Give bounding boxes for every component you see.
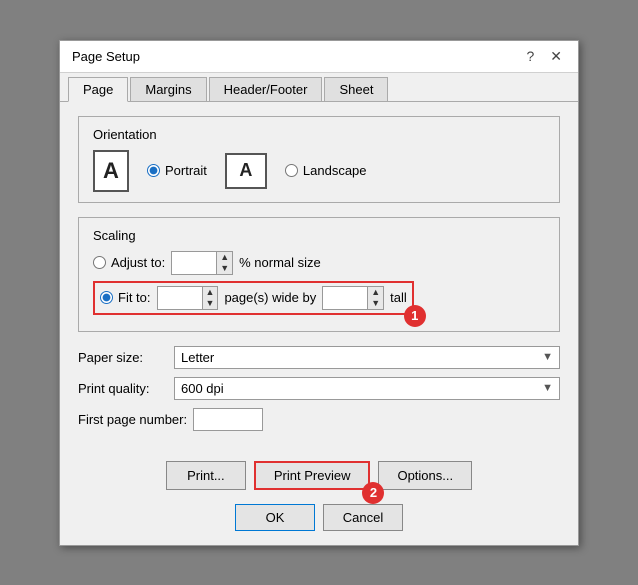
fit-wide-spinner-btns: ▲ ▼ bbox=[202, 287, 218, 309]
landscape-icon: A bbox=[225, 153, 267, 189]
first-page-input[interactable]: Auto bbox=[193, 408, 263, 431]
badge-1: 1 bbox=[404, 305, 426, 327]
print-button[interactable]: Print... bbox=[166, 461, 246, 490]
title-icons: ? ✕ bbox=[522, 49, 566, 63]
ok-cancel-row: OK Cancel bbox=[60, 504, 578, 545]
tab-bar: Page Margins Header/Footer Sheet bbox=[60, 73, 578, 102]
first-page-label: First page number: bbox=[78, 412, 187, 427]
adjust-row: Adjust to: 70 ▲ ▼ % normal size bbox=[93, 251, 545, 275]
fit-wide-suffix: page(s) wide by bbox=[224, 290, 316, 305]
landscape-label: Landscape bbox=[303, 163, 367, 178]
fit-tall-spinner[interactable]: 1 ▲ ▼ bbox=[322, 286, 384, 310]
portrait-icon: A bbox=[93, 150, 129, 192]
tab-margins[interactable]: Margins bbox=[130, 77, 206, 101]
fit-radio[interactable] bbox=[100, 291, 113, 304]
fit-option[interactable]: Fit to: bbox=[100, 290, 151, 305]
portrait-option[interactable]: Portrait bbox=[147, 163, 207, 178]
badge-2: 2 bbox=[362, 482, 384, 504]
adjust-suffix: % normal size bbox=[239, 255, 321, 270]
fit-tall-spin-down[interactable]: ▼ bbox=[368, 298, 383, 309]
fit-tall-spinner-btns: ▲ ▼ bbox=[367, 287, 383, 309]
ok-button[interactable]: OK bbox=[235, 504, 315, 531]
tab-page[interactable]: Page bbox=[68, 77, 128, 102]
adjust-value[interactable]: 70 bbox=[172, 252, 216, 274]
portrait-radio[interactable] bbox=[147, 164, 160, 177]
adjust-option[interactable]: Adjust to: bbox=[93, 255, 165, 270]
adjust-spin-up[interactable]: ▲ bbox=[217, 252, 232, 263]
scaling-title: Scaling bbox=[93, 228, 545, 243]
scaling-group: Scaling Adjust to: 70 ▲ ▼ % normal size bbox=[78, 217, 560, 332]
print-quality-arrow: ▼ bbox=[542, 382, 553, 394]
close-button[interactable]: ✕ bbox=[546, 49, 566, 63]
adjust-label: Adjust to: bbox=[111, 255, 165, 270]
landscape-option[interactable]: Landscape bbox=[285, 163, 367, 178]
fit-tall-value[interactable]: 1 bbox=[323, 287, 367, 309]
print-quality-dropdown[interactable]: 600 dpi ▼ bbox=[174, 377, 560, 400]
help-button[interactable]: ? bbox=[522, 49, 538, 63]
dialog-title: Page Setup bbox=[72, 49, 140, 64]
print-quality-value: 600 dpi bbox=[181, 381, 224, 396]
title-bar: Page Setup ? ✕ bbox=[60, 41, 578, 73]
content-area: Orientation A Portrait A Landscape Scali… bbox=[60, 102, 578, 453]
paper-size-dropdown[interactable]: Letter ▼ bbox=[174, 346, 560, 369]
first-page-row: First page number: Auto bbox=[78, 408, 560, 431]
tab-sheet[interactable]: Sheet bbox=[324, 77, 388, 101]
orientation-group: Orientation A Portrait A Landscape bbox=[78, 116, 560, 203]
adjust-spinner[interactable]: 70 ▲ ▼ bbox=[171, 251, 233, 275]
fit-row: Fit to: 1 ▲ ▼ page(s) wide by 1 ▲ bbox=[93, 281, 545, 315]
landscape-radio[interactable] bbox=[285, 164, 298, 177]
page-setup-dialog: Page Setup ? ✕ Page Margins Header/Foote… bbox=[59, 40, 579, 546]
paper-size-label: Paper size: bbox=[78, 350, 168, 365]
bottom-btn-row: Print... Print Preview 2 Options... bbox=[60, 453, 578, 504]
fit-wide-value[interactable]: 1 bbox=[158, 287, 202, 309]
orientation-row: A Portrait A Landscape bbox=[93, 150, 545, 192]
paper-size-arrow: ▼ bbox=[542, 351, 553, 363]
adjust-spinner-btns: ▲ ▼ bbox=[216, 252, 232, 274]
fit-label: Fit to: bbox=[118, 290, 151, 305]
print-quality-row: Print quality: 600 dpi ▼ bbox=[78, 377, 560, 400]
cancel-button[interactable]: Cancel bbox=[323, 504, 403, 531]
paper-size-value: Letter bbox=[181, 350, 214, 365]
print-quality-label: Print quality: bbox=[78, 381, 168, 396]
portrait-label: Portrait bbox=[165, 163, 207, 178]
fit-tall-suffix: tall bbox=[390, 290, 407, 305]
fit-wide-spin-up[interactable]: ▲ bbox=[203, 287, 218, 298]
print-preview-wrapper: Print Preview 2 bbox=[254, 461, 371, 490]
adjust-spin-down[interactable]: ▼ bbox=[217, 263, 232, 274]
adjust-radio[interactable] bbox=[93, 256, 106, 269]
print-preview-button[interactable]: Print Preview bbox=[254, 461, 371, 490]
fit-row-wrapper: Fit to: 1 ▲ ▼ page(s) wide by 1 ▲ bbox=[93, 281, 414, 315]
fit-wide-spinner[interactable]: 1 ▲ ▼ bbox=[157, 286, 219, 310]
fit-tall-spin-up[interactable]: ▲ bbox=[368, 287, 383, 298]
fit-wide-spin-down[interactable]: ▼ bbox=[203, 298, 218, 309]
options-button[interactable]: Options... bbox=[378, 461, 472, 490]
paper-size-row: Paper size: Letter ▼ bbox=[78, 346, 560, 369]
tab-header-footer[interactable]: Header/Footer bbox=[209, 77, 323, 101]
orientation-title: Orientation bbox=[93, 127, 545, 142]
